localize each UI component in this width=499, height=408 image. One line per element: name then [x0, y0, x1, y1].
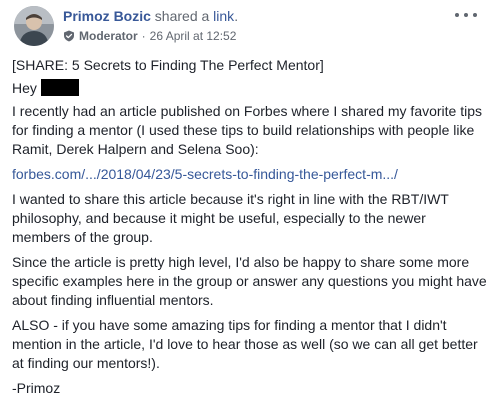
avatar-image: [14, 6, 54, 46]
post-meta: Primoz Bozic shared a link. Moderator · …: [63, 7, 238, 44]
post-subline: Moderator · 26 April at 12:52: [63, 28, 238, 44]
action-text: shared a: [154, 8, 210, 24]
post-header: Primoz Bozic shared a link. Moderator · …: [12, 0, 487, 56]
menu-dot: [455, 13, 459, 17]
shared-link-word[interactable]: link: [213, 8, 234, 24]
menu-dot: [473, 13, 477, 17]
redacted-name-block: [40, 79, 79, 96]
greeting-text: Hey: [12, 80, 37, 96]
author-name-link[interactable]: Primoz Bozic: [63, 8, 151, 24]
paragraph-also: ALSO - if you have some amazing tips for…: [12, 317, 478, 371]
author-role-badge: Moderator: [79, 29, 138, 43]
paragraph-offer: Since the article is pretty high level, …: [12, 254, 487, 308]
signoff-text: -Primoz: [12, 380, 61, 396]
greeting-line: Hey: [12, 79, 487, 98]
paragraph-why: I wanted to share this article because i…: [12, 191, 449, 245]
article-link[interactable]: forbes.com/.../2018/04/23/5-secrets-to-f…: [12, 166, 398, 182]
menu-dot: [464, 13, 468, 17]
paragraph-intro: I recently had an article published on F…: [12, 103, 483, 157]
post-timestamp-link[interactable]: 26 April at 12:52: [150, 28, 237, 44]
moderator-shield-icon: [63, 30, 75, 42]
post-card: Primoz Bozic shared a link. Moderator · …: [0, 0, 499, 408]
article-link-line: forbes.com/.../2018/04/23/5-secrets-to-f…: [12, 165, 487, 184]
action-suffix: .: [234, 8, 239, 24]
meta-separator: ·: [141, 29, 146, 43]
post-body: [SHARE: 5 Secrets to Finding The Perfect…: [12, 56, 487, 398]
post-title-line: Primoz Bozic shared a link.: [63, 7, 238, 25]
more-options-icon[interactable]: [455, 8, 477, 22]
post-heading-text: [SHARE: 5 Secrets to Finding The Perfect…: [12, 57, 324, 73]
author-avatar[interactable]: [14, 6, 54, 46]
